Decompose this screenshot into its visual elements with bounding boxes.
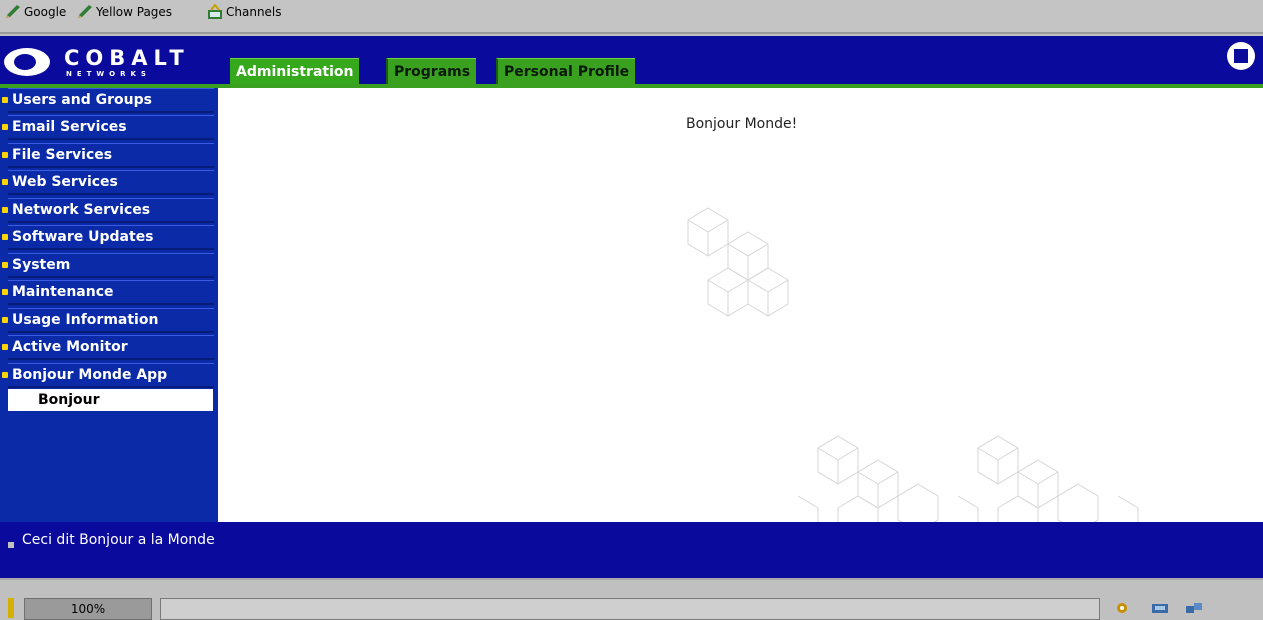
sidebar-item-label: Network Services: [12, 202, 151, 218]
bullet-icon: [2, 289, 8, 295]
cube-watermark-icon: [687, 207, 1139, 522]
status-indicator-icon: [8, 598, 14, 618]
security-icon[interactable]: [1112, 598, 1132, 618]
sidebar-item-label: Maintenance: [12, 284, 114, 300]
bullet-icon: [2, 97, 8, 103]
sidebar-item-label: File Services: [12, 147, 113, 163]
sidebar: Users and Groups Email Services File Ser…: [0, 88, 218, 522]
logo-mark-icon: [4, 48, 50, 76]
bullet-icon: [2, 124, 8, 130]
link-label: Google: [24, 5, 67, 19]
exit-icon[interactable]: [1227, 42, 1255, 70]
sidebar-item-label: Web Services: [12, 174, 118, 190]
bullet-icon: [2, 262, 8, 268]
sidebar-subitem-bonjour[interactable]: Bonjour: [8, 389, 213, 411]
sidebar-item-label: Email Services: [12, 119, 127, 135]
info-text: Ceci dit Bonjour a la Monde: [22, 532, 215, 548]
link-yellow-pages[interactable]: Yellow Pages: [76, 2, 172, 22]
sidebar-item-email-services[interactable]: Email Services: [2, 115, 214, 140]
info-bar: Ceci dit Bonjour a la Monde: [0, 522, 1263, 578]
bullet-icon: [2, 344, 8, 350]
main-content: Bonjour Monde!: [218, 88, 1263, 522]
cobalt-logo: COBALT NETWORKS: [4, 46, 220, 80]
link-channels[interactable]: Channels: [206, 2, 282, 22]
sidebar-item-label: Bonjour Monde App: [12, 367, 168, 383]
bullet-icon: [2, 372, 8, 378]
status-field: [160, 598, 1100, 620]
browser-status-bar: 100%: [0, 578, 1263, 620]
channels-icon: [206, 3, 224, 20]
sidebar-item-bonjour-monde-app[interactable]: Bonjour Monde App: [2, 363, 214, 388]
bullet-icon: [2, 179, 8, 185]
sidebar-item-label: Users and Groups: [12, 92, 152, 108]
sidebar-item-active-monitor[interactable]: Active Monitor: [2, 335, 214, 360]
sidebar-item-web-services[interactable]: Web Services: [2, 170, 214, 195]
tab-personal-profile[interactable]: Personal Profile: [496, 58, 636, 84]
links-bar: Google Yellow Pages Channels: [0, 0, 1263, 34]
sidebar-item-label: Software Updates: [12, 229, 154, 245]
bullet-icon: [2, 207, 8, 213]
tab-administration[interactable]: Administration: [230, 58, 360, 84]
logo-sub: NETWORKS: [66, 70, 151, 78]
bullet-icon: [2, 234, 8, 240]
tab-programs[interactable]: Programs: [386, 58, 477, 84]
logo-word: COBALT: [64, 46, 190, 70]
pencil-link-icon: [4, 4, 22, 20]
sidebar-item-usage-information[interactable]: Usage Information: [2, 308, 214, 333]
link-label: Yellow Pages: [96, 5, 173, 19]
sidebar-item-system[interactable]: System: [2, 253, 214, 278]
bullet-icon: [2, 317, 8, 323]
connection-icon[interactable]: [1184, 598, 1204, 618]
sidebar-item-users-and-groups[interactable]: Users and Groups: [2, 88, 214, 113]
sidebar-item-label: System: [12, 257, 71, 273]
sidebar-item-network-services[interactable]: Network Services: [2, 198, 214, 223]
info-bullet-icon: [8, 542, 14, 548]
sidebar-item-file-services[interactable]: File Services: [2, 143, 214, 168]
sidebar-item-label: Usage Information: [12, 312, 159, 328]
network-icon[interactable]: [1150, 598, 1170, 618]
bullet-icon: [2, 152, 8, 158]
sidebar-item-maintenance[interactable]: Maintenance: [2, 280, 214, 305]
sidebar-item-label: Active Monitor: [12, 339, 128, 355]
pencil-link-icon: [76, 4, 94, 20]
zoom-level[interactable]: 100%: [24, 598, 152, 620]
link-label: Channels: [226, 5, 282, 19]
sidebar-item-software-updates[interactable]: Software Updates: [2, 225, 214, 250]
link-google[interactable]: Google: [4, 2, 66, 22]
